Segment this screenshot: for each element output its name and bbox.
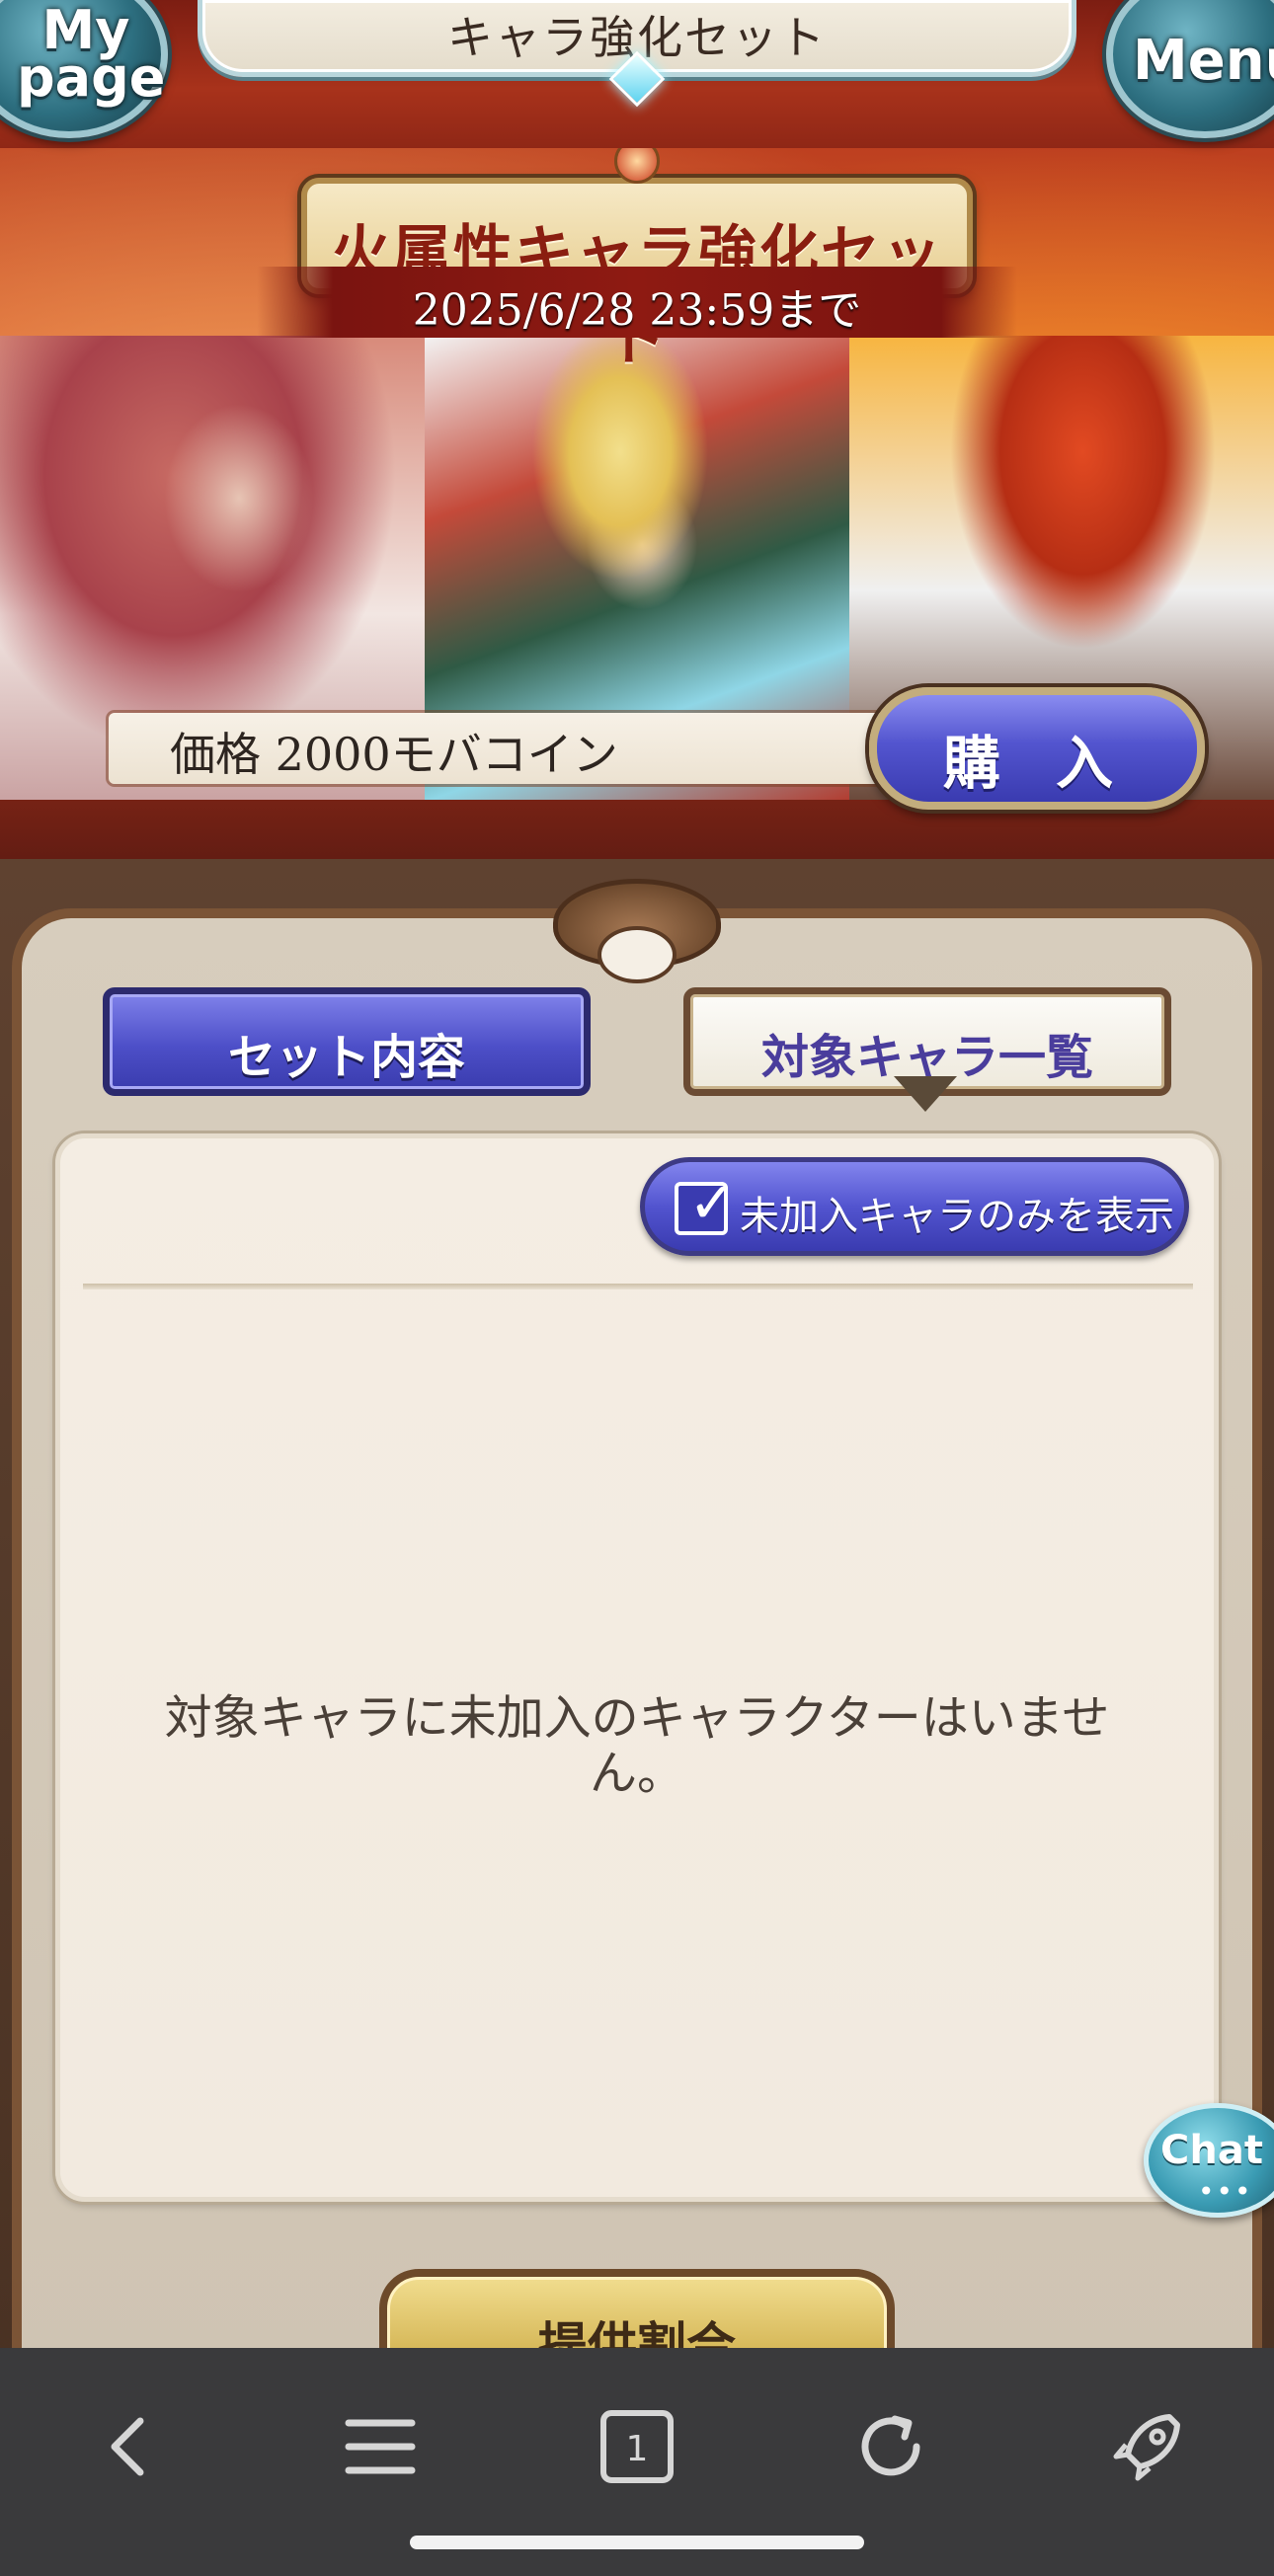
tab-count: 1 <box>626 2429 649 2469</box>
mypage-button[interactable]: My page <box>0 0 168 138</box>
deadline-text: 2025/6/28 23:59まで <box>412 285 862 336</box>
checkmark-icon: ✓ <box>688 1169 737 1236</box>
unowned-only-filter-toggle[interactable]: ✓ 未加入キャラのみを表示 <box>640 1157 1189 1256</box>
promo-banner: 火属性キャラ強化セット 2025/6/28 23:59まで 価格 2000モバコ… <box>0 99 1274 889</box>
price-bar: 価格 2000モバコイン <box>109 713 918 784</box>
frame-ornament-face <box>597 926 677 983</box>
filter-label: 未加入キャラのみを表示 <box>740 1194 1174 1239</box>
chat-dots: ••• <box>1198 2175 1253 2208</box>
mypage-label: My page <box>17 0 166 109</box>
filter-checkbox[interactable]: ✓ <box>675 1174 737 1235</box>
empty-list-message: 対象キャラに未加入のキャラクターはいません。 <box>164 1690 1110 1801</box>
active-tab-pointer-icon <box>894 1076 957 1112</box>
character-list-panel <box>55 1133 1219 2202</box>
reload-icon[interactable] <box>851 2407 930 2486</box>
tab-set-contents-label: セット内容 <box>227 1030 465 1085</box>
buy-button[interactable]: 購 入 <box>869 687 1205 810</box>
top-header: キャラ強化セット My page Menu <box>0 0 1274 148</box>
home-indicator <box>410 2536 864 2549</box>
menu-label: Menu <box>1133 29 1274 93</box>
menu-button[interactable]: Menu <box>1106 0 1274 138</box>
tab-set-contents[interactable]: セット内容 <box>103 987 591 1096</box>
buy-button-label: 購 入 <box>942 730 1132 797</box>
chat-label: Chat <box>1160 2128 1263 2173</box>
list-icon[interactable] <box>341 2407 420 2486</box>
back-icon[interactable] <box>89 2407 168 2486</box>
deadline-plate: 2025/6/28 23:59まで <box>257 267 1017 338</box>
panel-divider <box>83 1284 1193 1289</box>
price-text: 価格 2000モバコイン <box>170 728 618 781</box>
tabs-icon[interactable]: 1 <box>597 2407 677 2486</box>
rocket-icon[interactable] <box>1108 2407 1187 2486</box>
